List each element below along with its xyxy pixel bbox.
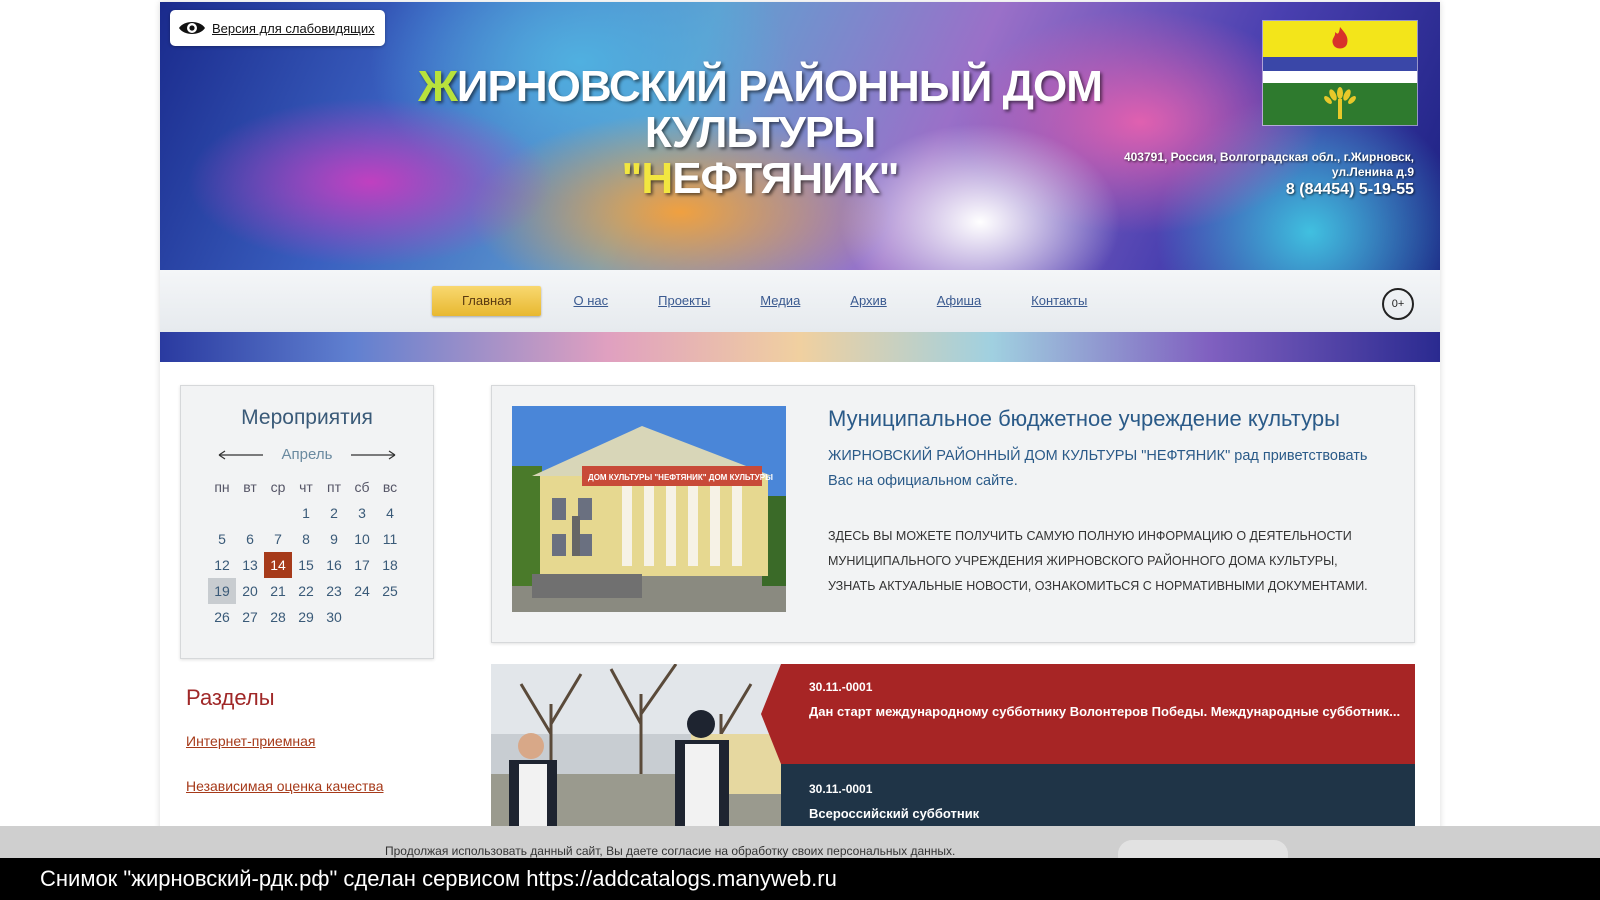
eye-icon xyxy=(179,22,205,34)
calendar-day[interactable]: 21 xyxy=(264,578,292,604)
calendar-empty-cell xyxy=(208,500,236,526)
site-title-line1: ЖИРНОВСКИЙ РАЙОННЫЙ ДОМ КУЛЬТУРЫ xyxy=(418,62,1103,157)
cookie-consent-bar: Продолжая использовать данный сайт, Вы д… xyxy=(0,826,1600,858)
news-block: 30.11.-0001 Дан старт международному суб… xyxy=(491,664,1415,830)
news-date: 30.11.-0001 xyxy=(809,782,873,796)
calendar-empty-cell xyxy=(236,500,264,526)
calendar-empty-cell xyxy=(376,604,404,630)
screenshot-caption: Снимок "жирновский-рдк.рф" сделан сервис… xyxy=(40,866,837,891)
news-title[interactable]: Всероссийский субботник xyxy=(809,806,979,821)
low-vision-label: Версия для слабовидящих xyxy=(212,20,375,36)
link-quality-assessment[interactable]: Независимая оценка качества xyxy=(186,778,384,794)
calendar-day[interactable]: 26 xyxy=(208,604,236,630)
news-item[interactable]: 30.11.-0001 Всероссийский субботник xyxy=(781,764,1415,830)
nav-item[interactable]: О нас xyxy=(573,286,608,316)
news-photo[interactable] xyxy=(491,664,781,830)
calendar-empty-cell xyxy=(348,604,376,630)
calendar-week-row: 26 27 28 29 30 xyxy=(208,604,404,630)
building-sign-text: ДОМ КУЛЬТУРЫ "НЕФТЯНИК" ДОМ КУЛЬТУРЫ xyxy=(588,473,773,482)
calendar-empty-cell xyxy=(264,500,292,526)
calendar-day[interactable]: 7 xyxy=(264,526,292,552)
welcome-body: ЗДЕСЬ ВЫ МОЖЕТЕ ПОЛУЧИТЬ САМУЮ ПОЛНУЮ ИН… xyxy=(828,529,1368,593)
calendar-day[interactable]: 27 xyxy=(236,604,264,630)
calendar-day[interactable]: 20 xyxy=(236,578,264,604)
calendar-day[interactable]: 3 xyxy=(348,500,376,526)
nav-item[interactable]: Афиша xyxy=(937,286,981,316)
site-title-line2: "НЕФТЯНИК" xyxy=(621,154,900,203)
calendar-week-row: 12 13 14 15 16 17 18 xyxy=(208,552,404,578)
calendar-day[interactable]: 8 xyxy=(292,526,320,552)
cookie-consent-text: Продолжая использовать данный сайт, Вы д… xyxy=(385,844,956,858)
nav-item[interactable]: Архив xyxy=(850,286,886,316)
address-line-2: ул.Ленина д.9 xyxy=(1331,165,1414,179)
calendar-day[interactable]: 19 xyxy=(208,578,236,604)
building-photo: ДОМ КУЛЬТУРЫ "НЕФТЯНИК" ДОМ КУЛЬТУРЫ xyxy=(512,406,786,612)
calendar-week-row: 19 20 21 22 23 24 25 xyxy=(208,578,404,604)
next-month-arrow-icon[interactable] xyxy=(351,448,397,462)
sections-heading: Разделы xyxy=(186,685,275,710)
site-title: ЖИРНОВСКИЙ РАЙОННЫЙ ДОМ КУЛЬТУРЫ "НЕФТЯН… xyxy=(330,64,1190,202)
news-date: 30.11.-0001 xyxy=(809,680,873,694)
link-internet-reception[interactable]: Интернет-приемная xyxy=(186,733,315,749)
calendar-day[interactable]: 18 xyxy=(376,552,404,578)
calendar-day[interactable]: 13 xyxy=(236,552,264,578)
screenshot-caption-bar: Снимок "жирновский-рдк.рф" сделан сервис… xyxy=(0,858,1600,900)
decorative-strip xyxy=(160,332,1440,362)
calendar-day[interactable]: 12 xyxy=(208,552,236,578)
calendar-day[interactable]: 17 xyxy=(348,552,376,578)
nav-items: Главная О нас Проекты Медиа Архив Афиша Контак… xyxy=(432,286,1137,316)
calendar-day[interactable]: 1 xyxy=(292,500,320,526)
address-line-1: 403791, Россия, Волгоградская обл., г.Жи… xyxy=(1123,150,1414,164)
wheat-sheaf-icon xyxy=(1324,87,1356,119)
district-flag xyxy=(1262,20,1418,126)
calendar-day[interactable]: 4 xyxy=(376,500,404,526)
nav-item[interactable]: Медиа xyxy=(760,286,800,316)
calendar-day[interactable]: 11 xyxy=(376,526,404,552)
calendar-grid: пн вт ср чт пт сб вс 1 2 3 4 5 6 7 8 9 10 11 12 13 14 15 16 17 1… xyxy=(208,474,404,630)
nav-item[interactable]: Контакты xyxy=(1031,286,1087,316)
calendar-day[interactable]: 14 xyxy=(264,552,292,578)
calendar-day[interactable]: 9 xyxy=(320,526,348,552)
calendar-weekday-row: пн вт ср чт пт сб вс xyxy=(208,474,404,500)
calendar-day[interactable]: 24 xyxy=(348,578,376,604)
news-item[interactable]: 30.11.-0001 Дан старт международному суб… xyxy=(781,664,1415,764)
calendar-day[interactable]: 10 xyxy=(348,526,376,552)
nav-item[interactable]: Главная xyxy=(432,286,542,316)
calendar-day[interactable]: 25 xyxy=(376,578,404,604)
calendar-day[interactable]: 16 xyxy=(320,552,348,578)
welcome-intro: ЖИРНОВСКИЙ РАЙОННЫЙ ДОМ КУЛЬТУРЫ "НЕФТЯН… xyxy=(828,448,1368,489)
low-vision-version-button[interactable]: Версия для слабовидящих xyxy=(170,10,385,46)
cookie-accept-button[interactable] xyxy=(1118,840,1288,858)
welcome-heading: Муниципальное бюджетное учреждение культ… xyxy=(828,406,1340,431)
calendar-day[interactable]: 15 xyxy=(292,552,320,578)
calendar-day[interactable]: 5 xyxy=(208,526,236,552)
calendar-day[interactable]: 30 xyxy=(320,604,348,630)
calendar-day[interactable]: 6 xyxy=(236,526,264,552)
phone-number[interactable]: 8 (84454) 5-19-55 xyxy=(1124,180,1414,200)
events-calendar: Мероприятия Апрель пн вт ср чт пт сб вс 1 2 3 4 5 6 7… xyxy=(180,385,434,659)
contact-info: 403791, Россия, Волгоградская обл., г.Жи… xyxy=(1124,150,1414,200)
age-rating-badge: 0+ xyxy=(1382,288,1414,320)
page-container: Версия для слабовидящих ЖИРНОВСКИЙ РАЙОН… xyxy=(160,2,1440,900)
nav-item[interactable]: Проекты xyxy=(658,286,710,316)
calendar-week-row: 1234 xyxy=(208,500,404,526)
news-title[interactable]: Дан старт международному субботнику Воло… xyxy=(809,704,1400,719)
calendar-day[interactable]: 22 xyxy=(292,578,320,604)
main-navigation: Главная О нас Проекты Медиа Архив Афиша Контак… xyxy=(160,270,1440,332)
calendar-day[interactable]: 23 xyxy=(320,578,348,604)
welcome-card: ДОМ КУЛЬТУРЫ "НЕФТЯНИК" ДОМ КУЛЬТУРЫ Мун… xyxy=(491,385,1415,643)
calendar-day[interactable]: 29 xyxy=(292,604,320,630)
calendar-title: Мероприятия xyxy=(241,406,373,429)
calendar-day[interactable]: 2 xyxy=(320,500,348,526)
calendar-day[interactable]: 28 xyxy=(264,604,292,630)
flame-icon xyxy=(1332,27,1348,49)
calendar-week-row: 5 6 7 8 9 10 11 xyxy=(208,526,404,552)
header-banner: Версия для слабовидящих ЖИРНОВСКИЙ РАЙОН… xyxy=(160,2,1440,270)
